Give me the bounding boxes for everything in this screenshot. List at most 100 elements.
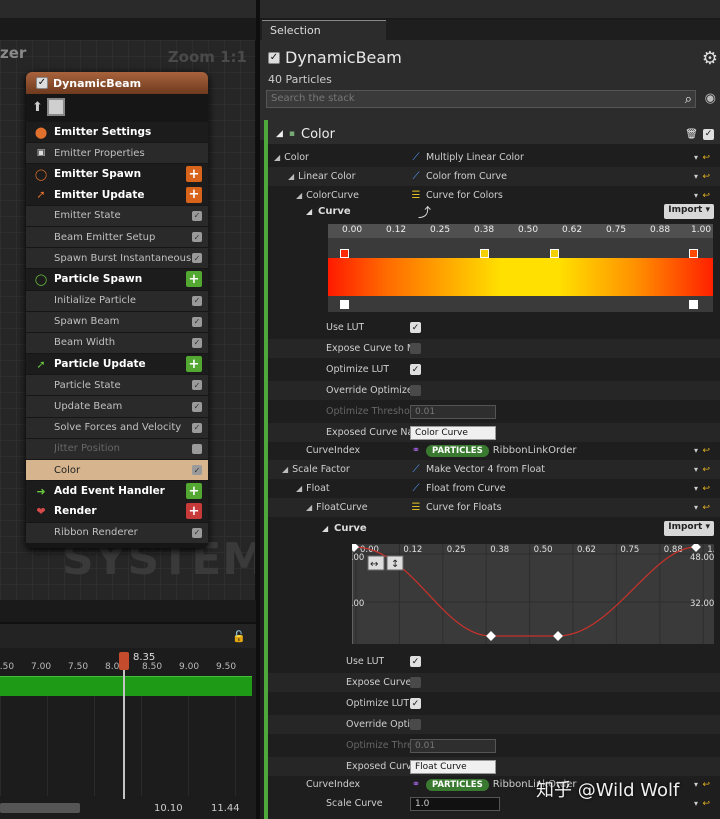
color-key[interactable] xyxy=(480,249,489,258)
dropdown-arrow-icon[interactable]: ▾ xyxy=(694,446,698,455)
dropdown-arrow-icon[interactable]: ▾ xyxy=(694,172,698,181)
import-button[interactable]: Import ▾ xyxy=(664,203,714,219)
color-key[interactable] xyxy=(689,249,698,258)
pin-icon[interactable]: ⬆ xyxy=(32,100,43,115)
property-value[interactable]: ☰ Curve for Colors xyxy=(410,190,503,201)
add-module-button[interactable]: + xyxy=(186,503,202,520)
system-graph[interactable]: zer Zoom 1:1 SYSTEM ✓ DynamicBeam ⬆ ⬤ Emi… xyxy=(0,40,256,600)
collapse-arrow-icon[interactable]: ◢ xyxy=(276,129,283,139)
property-value[interactable]: ⟋ Float from Curve xyxy=(410,483,506,494)
module-enable-checkbox[interactable]: ✓ xyxy=(192,465,202,476)
module-item[interactable]: Ribbon Renderer ✓ xyxy=(26,522,208,543)
dropdown-arrow-icon[interactable]: ▾ xyxy=(694,780,698,789)
stack-group-particle-update[interactable]: ➚ Particle Update + xyxy=(26,354,208,375)
dropdown-arrow-icon[interactable]: ▾ xyxy=(694,465,698,474)
property-value[interactable]: ✓ xyxy=(410,656,421,667)
trash-icon[interactable]: 🗑 xyxy=(685,129,698,140)
collapse-arrow-icon[interactable]: ◢ xyxy=(282,465,288,474)
module-enable-checkbox[interactable]: ✓ xyxy=(192,295,202,306)
module-enable-checkbox[interactable]: ✓ xyxy=(192,316,202,327)
reset-to-default-icon[interactable]: ↩ xyxy=(702,153,710,163)
reset-to-default-icon[interactable]: ↩ xyxy=(702,465,710,475)
timeline-scrollbar[interactable] xyxy=(0,803,80,813)
option-checkbox[interactable] xyxy=(410,677,421,688)
stack-group-particle-spawn[interactable]: ◯ Particle Spawn + xyxy=(26,269,208,290)
color-module-header[interactable]: ◢ ▪ Color 🗑 ✓ xyxy=(268,124,720,144)
tab-selection[interactable]: Selection xyxy=(262,20,386,40)
module-item[interactable]: Solve Forces and Velocity ✓ xyxy=(26,417,208,438)
add-module-button[interactable]: + xyxy=(186,166,202,183)
collapse-arrow-icon[interactable]: ◢ xyxy=(274,153,280,162)
module-enable-checkbox[interactable]: ✓ xyxy=(703,128,714,140)
alpha-key[interactable] xyxy=(340,300,349,309)
stack-group-emitter-spawn[interactable]: ◯ Emitter Spawn + xyxy=(26,164,208,185)
module-item[interactable]: Particle State ✓ xyxy=(26,375,208,396)
reset-to-default-icon[interactable]: ↩ xyxy=(702,172,710,182)
reset-to-default-icon[interactable]: ↩ xyxy=(702,484,710,494)
eye-icon[interactable]: ◉ xyxy=(705,91,716,106)
dropdown-arrow-icon[interactable]: ▾ xyxy=(694,503,698,512)
property-value[interactable] xyxy=(410,719,421,730)
curve-key[interactable] xyxy=(352,544,359,552)
property-value[interactable]: ☰ Curve for Floats xyxy=(410,502,502,513)
property-value[interactable]: ⟋ Color from Curve xyxy=(410,171,507,182)
search-input[interactable]: Search the stack xyxy=(266,90,696,108)
option-checkbox[interactable]: ✓ xyxy=(410,322,421,333)
option-input[interactable]: 0.01 xyxy=(410,404,496,419)
module-item[interactable]: Beam Emitter Setup ✓ xyxy=(26,226,208,248)
property-value[interactable]: Float Curve xyxy=(410,759,496,774)
stack-group-emitter-settings[interactable]: ⬤ Emitter Settings xyxy=(26,122,208,143)
reset-to-default-icon[interactable]: ↩ xyxy=(702,503,710,513)
dropdown-arrow-icon[interactable]: ▾ xyxy=(694,191,698,200)
property-value[interactable]: ✓ xyxy=(410,322,421,333)
curve-key[interactable] xyxy=(691,544,701,552)
curve-editor-icon[interactable]: ⤴ xyxy=(418,202,431,221)
dropdown-arrow-icon[interactable]: ▾ xyxy=(694,799,698,808)
option-checkbox[interactable]: ✓ xyxy=(410,656,421,667)
float-curve-editor[interactable]: 0.000.120.250.380.500.620.750.881.0048.0… xyxy=(352,544,714,644)
emitter-node-header[interactable]: ✓ DynamicBeam xyxy=(26,72,208,94)
import-button-2[interactable]: Import ▾ xyxy=(664,520,714,536)
alpha-key[interactable] xyxy=(689,300,698,309)
gear-icon[interactable]: ⚙ xyxy=(702,48,718,69)
dropdown-arrow-icon[interactable]: ▾ xyxy=(694,484,698,493)
property-value[interactable] xyxy=(410,677,421,688)
option-checkbox[interactable]: ✓ xyxy=(410,698,421,709)
add-module-button[interactable]: + xyxy=(186,483,202,500)
range-end[interactable]: 11.44 xyxy=(211,803,240,814)
property-value[interactable] xyxy=(410,343,421,354)
search-icon[interactable]: ⌕ xyxy=(685,92,692,107)
property-value[interactable]: Color Curve xyxy=(410,425,496,440)
emitter-node[interactable]: ✓ DynamicBeam ⬆ ⬤ Emitter Settings ▣ Emitte… xyxy=(26,72,208,548)
emitter-track-bar[interactable] xyxy=(0,676,252,696)
property-value[interactable]: 0.01 xyxy=(410,738,496,753)
color-gradient-editor[interactable]: 0.00 0.12 0.25 0.38 0.50 0.62 0.75 0.88 1.00 xyxy=(328,224,713,312)
option-checkbox[interactable] xyxy=(410,343,421,354)
module-item[interactable]: Spawn Beam ✓ xyxy=(26,311,208,332)
option-input[interactable]: 0.01 xyxy=(410,738,496,753)
module-item[interactable]: Jitter Position xyxy=(26,438,208,459)
module-item[interactable]: Initialize Particle ✓ xyxy=(26,290,208,311)
color-key[interactable] xyxy=(550,249,559,258)
property-value[interactable]: 0.01 xyxy=(410,404,496,419)
module-enable-checkbox[interactable]: ✓ xyxy=(192,210,202,221)
property-value[interactable]: ✓ xyxy=(410,698,421,709)
module-enable-checkbox[interactable]: ✓ xyxy=(192,380,202,391)
float-curve-graph[interactable]: 0.000.120.250.380.500.620.750.881.0048.0… xyxy=(352,544,714,644)
selection-enable-checkbox[interactable]: ✓ xyxy=(268,51,280,64)
collapse-arrow-icon[interactable]: ◢ xyxy=(296,484,302,493)
collapse-arrow-icon[interactable]: ◢ xyxy=(322,524,328,533)
dropdown-arrow-icon[interactable]: ▾ xyxy=(694,153,698,162)
option-checkbox[interactable] xyxy=(410,719,421,730)
module-enable-checkbox[interactable]: ✓ xyxy=(192,337,202,348)
curve-key[interactable] xyxy=(486,631,496,641)
module-item[interactable]: Spawn Burst Instantaneous ✓ xyxy=(26,248,208,269)
option-input[interactable]: Color Curve xyxy=(410,425,496,440)
module-enable-checkbox[interactable]: ✓ xyxy=(192,253,202,264)
module-item[interactable]: Color ✓ xyxy=(26,460,208,481)
option-input[interactable]: Float Curve xyxy=(410,759,496,774)
curve-key[interactable] xyxy=(553,631,563,641)
scale-curve-input[interactable]: 1.0 xyxy=(410,796,500,811)
reset-to-default-icon[interactable]: ↩ xyxy=(702,446,710,456)
option-checkbox[interactable] xyxy=(410,385,421,396)
